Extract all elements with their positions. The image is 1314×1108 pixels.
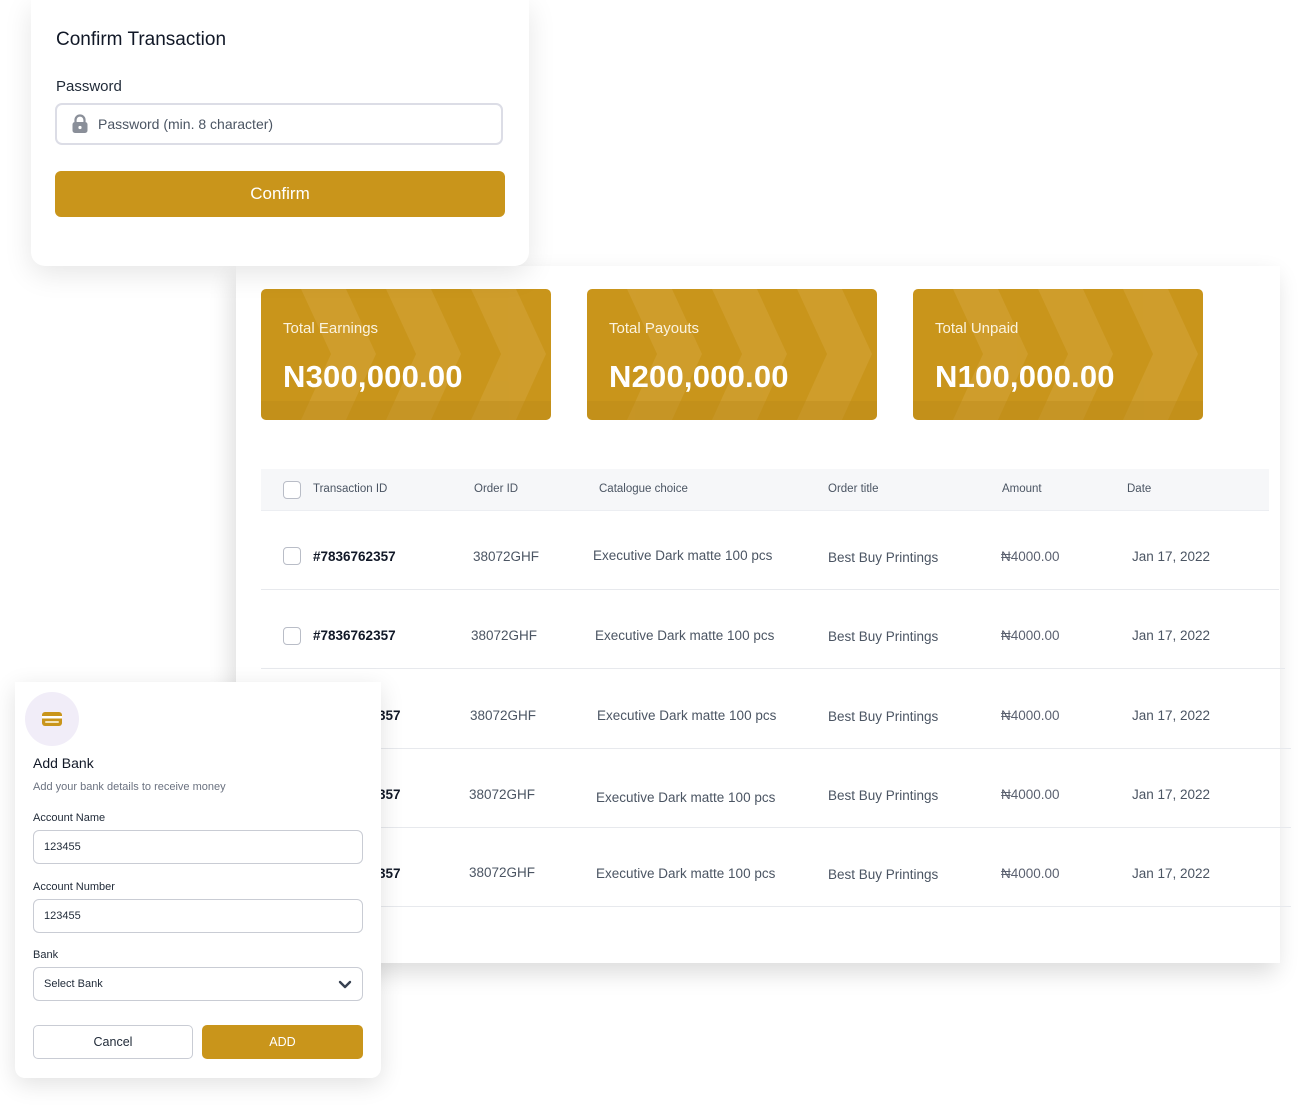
date: Jan 17, 2022 <box>1132 708 1211 723</box>
catalogue-choice: Executive Dark matte 100 pcs <box>593 548 773 563</box>
earnings-dashboard: Total Earnings N300,000.00 Total Payouts… <box>236 266 1291 963</box>
account-number-input[interactable]: 123455 <box>33 899 363 933</box>
row-checkbox[interactable] <box>283 547 301 565</box>
catalogue-choice: Executive Dark matte 100 pcs <box>596 866 776 881</box>
order-title: Best Buy Printings <box>828 788 939 803</box>
chevron-pattern <box>913 289 1203 420</box>
order-id: 38072GHF <box>473 549 540 564</box>
catalogue-choice: Executive Dark matte 100 pcs <box>596 790 776 805</box>
table-row[interactable]: 357 38072GHF Executive Dark matte 100 pc… <box>261 828 1291 907</box>
order-id: 38072GHF <box>471 628 538 643</box>
date: Jan 17, 2022 <box>1132 549 1211 564</box>
amount: ₦4000.00 <box>1001 866 1060 881</box>
column-header-order-id[interactable]: Order ID <box>474 483 518 495</box>
password-placeholder: Password (min. 8 character) <box>98 116 274 132</box>
row-divider <box>261 906 1291 907</box>
amount: ₦4000.00 <box>1001 708 1060 723</box>
catalogue-choice: Executive Dark matte 100 pcs <box>597 708 777 723</box>
catalogue-choice: Executive Dark matte 100 pcs <box>595 628 775 643</box>
amount: ₦4000.00 <box>1001 628 1060 643</box>
order-id: 38072GHF <box>469 865 536 880</box>
table-row[interactable]: #7836762357 38072GHF Executive Dark matt… <box>261 511 1291 590</box>
bank-select[interactable]: Select Bank <box>33 967 363 1001</box>
card-icon <box>42 712 62 726</box>
account-name-input[interactable]: 123455 <box>33 830 363 864</box>
table-row[interactable]: #7836762357 38072GHF Executive Dark matt… <box>261 590 1291 669</box>
transaction-id: 357 <box>378 708 401 723</box>
column-header-catalogue-choice[interactable]: Catalogue choice <box>599 483 688 495</box>
row-checkbox[interactable] <box>283 627 301 645</box>
bank-icon-badge <box>25 692 79 746</box>
date: Jan 17, 2022 <box>1132 866 1211 881</box>
stat-label: Total Payouts <box>609 320 700 337</box>
amount: ₦4000.00 <box>1001 549 1060 564</box>
account-name-value: 123455 <box>44 841 81 853</box>
chevron-pattern <box>587 289 877 420</box>
order-title: Best Buy Printings <box>828 629 939 644</box>
column-header-transaction-id[interactable]: Transaction ID <box>313 483 387 495</box>
date: Jan 17, 2022 <box>1132 787 1211 802</box>
stat-card-total-unpaid: Total Unpaid N100,000.00 <box>913 289 1203 420</box>
order-id: 38072GHF <box>470 708 537 723</box>
add-bank-title: Add Bank <box>33 755 94 771</box>
account-name-label: Account Name <box>33 812 106 824</box>
stat-label: Total Earnings <box>283 320 379 337</box>
bank-label: Bank <box>33 949 59 961</box>
lock-icon <box>72 114 88 133</box>
stat-value: N200,000.00 <box>609 359 789 394</box>
add-bank-subtitle: Add your bank details to receive money <box>33 781 226 793</box>
account-number-value: 123455 <box>44 910 81 922</box>
table-row[interactable]: 357 38072GHF Executive Dark matte 100 pc… <box>261 670 1291 749</box>
table-row[interactable]: 357 38072GHF Executive Dark matte 100 pc… <box>261 749 1291 828</box>
transaction-id: 357 <box>378 787 401 802</box>
confirm-button[interactable]: Confirm <box>55 171 505 217</box>
account-number-label: Account Number <box>33 881 115 893</box>
transaction-id: #7836762357 <box>313 628 396 643</box>
confirm-title: Confirm Transaction <box>56 29 227 50</box>
stat-card-total-payouts: Total Payouts N200,000.00 <box>587 289 877 420</box>
transaction-id: #7836762357 <box>313 549 396 564</box>
order-title: Best Buy Printings <box>828 709 939 724</box>
password-label: Password <box>56 78 122 95</box>
order-id: 38072GHF <box>469 787 536 802</box>
chevron-pattern <box>261 289 551 420</box>
date: Jan 17, 2022 <box>1132 628 1211 643</box>
row-divider <box>261 668 1285 669</box>
cancel-button[interactable]: Cancel <box>33 1025 193 1059</box>
add-button[interactable]: ADD <box>202 1025 363 1059</box>
bank-select-value: Select Bank <box>44 978 103 990</box>
order-title: Best Buy Printings <box>828 550 939 565</box>
transaction-id: 357 <box>378 866 401 881</box>
table-header: Transaction ID Order ID Catalogue choice… <box>261 469 1269 511</box>
chevron-down-icon <box>338 980 352 989</box>
amount: ₦4000.00 <box>1001 787 1060 802</box>
password-input[interactable]: Password (min. 8 character) <box>55 103 503 145</box>
column-header-date[interactable]: Date <box>1127 483 1151 495</box>
confirm-transaction-card: Confirm Transaction Password Password (m… <box>31 0 529 266</box>
add-bank-card: Add Bank Add your bank details to receiv… <box>15 682 381 1078</box>
order-title: Best Buy Printings <box>828 867 939 882</box>
column-header-order-title[interactable]: Order title <box>828 483 879 495</box>
column-header-amount[interactable]: Amount <box>1002 483 1042 495</box>
stat-value: N300,000.00 <box>283 359 463 394</box>
stat-value: N100,000.00 <box>935 359 1115 394</box>
stat-card-total-earnings: Total Earnings N300,000.00 <box>261 289 551 420</box>
select-all-checkbox[interactable] <box>283 481 301 499</box>
stat-label: Total Unpaid <box>935 320 1019 337</box>
